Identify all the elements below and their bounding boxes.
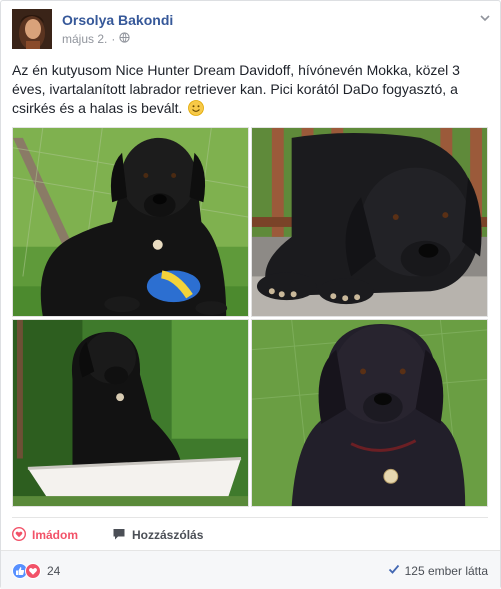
post-text: Az én kutyusom Nice Hunter Dream Davidof… (12, 61, 487, 118)
seen-by[interactable]: 125 ember látta (388, 563, 488, 578)
smiley-emoji-icon (188, 100, 205, 116)
reaction-summary[interactable]: 24 (12, 563, 60, 579)
actions-divider (12, 517, 488, 518)
comment-icon (112, 527, 126, 544)
photo-dog-in-tub[interactable] (12, 319, 249, 507)
checkmark-icon (388, 563, 400, 578)
post-text-body: Az én kutyusom Nice Hunter Dream Davidof… (12, 62, 460, 116)
post-card: Orsolya Bakondi május 2. · Az én kutyuso… (0, 0, 501, 589)
love-label: Imádom (32, 528, 79, 542)
photo-dog-lying-deck[interactable] (251, 127, 488, 317)
author-avatar[interactable] (12, 9, 52, 49)
reaction-count: 24 (47, 564, 61, 578)
post-footer: 24 125 ember látta (1, 550, 500, 589)
photo-dog-portrait[interactable] (251, 319, 488, 507)
post-date[interactable]: május 2. (62, 32, 107, 46)
author-name[interactable]: Orsolya Bakondi (62, 12, 173, 28)
photo-grid (12, 127, 488, 507)
separator-dot: · (111, 32, 116, 46)
post-actions: Imádom Hozzászólás (11, 521, 488, 549)
post-header: Orsolya Bakondi május 2. · (12, 9, 492, 51)
comment-label: Hozzászólás (132, 528, 204, 542)
love-reaction-icon (25, 563, 41, 579)
heart-icon (11, 526, 27, 544)
love-reaction-button[interactable]: Imádom (11, 526, 79, 544)
post-meta: május 2. · (62, 32, 130, 46)
comment-button[interactable]: Hozzászólás (112, 527, 203, 544)
post-options-chevron-icon[interactable] (478, 11, 492, 25)
globe-icon[interactable] (119, 32, 130, 46)
seen-by-label: 125 ember látta (404, 563, 488, 578)
photo-dog-sitting-grass[interactable] (12, 127, 249, 317)
